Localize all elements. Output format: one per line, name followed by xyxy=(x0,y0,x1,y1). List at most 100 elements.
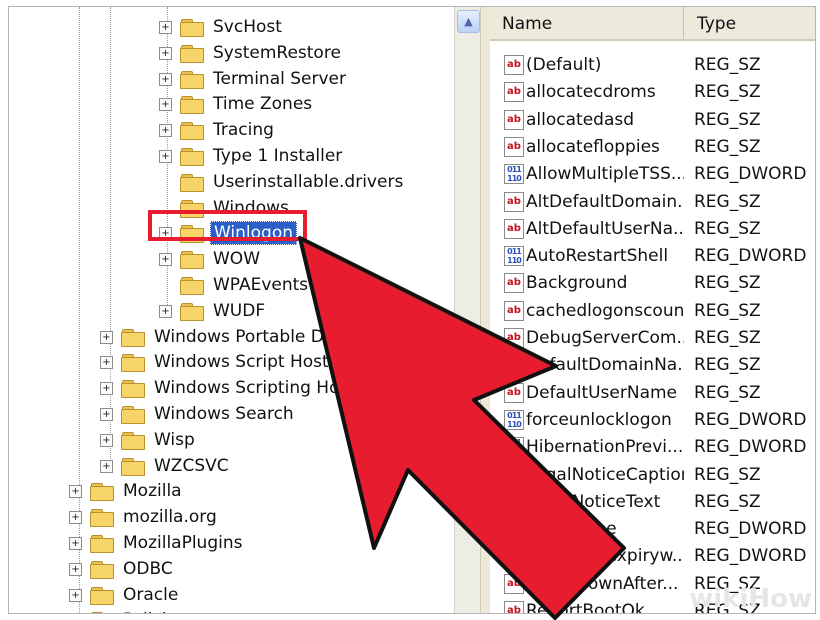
tree-item[interactable]: + WZCSVC xyxy=(100,453,232,479)
tree-item-label: WUDF xyxy=(213,301,266,321)
expand-icon[interactable]: + xyxy=(69,510,82,524)
list-item[interactable]: ab AltDefaultDomain... REG_SZ xyxy=(490,188,815,215)
folder-icon xyxy=(121,379,145,398)
expand-icon[interactable]: + xyxy=(100,433,113,447)
tree-item[interactable]: + Oracle xyxy=(69,582,181,608)
tree-item[interactable]: + Windows Scripting Host xyxy=(100,375,358,401)
value-name: AltDefaultDomain... xyxy=(526,191,684,212)
chevron-up-icon: ▲ xyxy=(464,15,473,28)
tree-item[interactable]: + WUDF xyxy=(159,298,268,324)
tree-item[interactable]: + mozilla.org xyxy=(69,504,220,530)
tree-item-label: Policies xyxy=(120,609,189,613)
tree-item[interactable]: + SystemRestore xyxy=(159,40,344,66)
folder-icon xyxy=(180,18,204,37)
expand-icon[interactable]: + xyxy=(69,536,82,550)
value-name: DefaultUserName xyxy=(526,382,678,403)
tree-item-label: Windows Scripting Host xyxy=(154,378,355,398)
list-item[interactable]: ab AltDefaultUserNa... REG_SZ xyxy=(490,215,815,242)
tree-item[interactable]: + Terminal Server xyxy=(159,66,349,92)
value-name: PowerdownAfter... xyxy=(526,573,679,594)
tree-item[interactable]: + Mozilla xyxy=(69,478,185,504)
value-type: REG_SZ xyxy=(694,81,761,102)
list-item[interactable]: ab DebugServerCom... REG_SZ xyxy=(490,324,815,351)
expand-icon[interactable]: + xyxy=(100,330,113,344)
tree-item[interactable]: + ODBC xyxy=(69,556,176,582)
list-item[interactable]: ab allocatecdroms REG_SZ xyxy=(490,78,815,105)
string-value-icon: ab xyxy=(504,136,524,157)
tree-item-label: Terminal Server xyxy=(213,69,346,89)
list-item[interactable]: ab allocatedasd REG_SZ xyxy=(490,106,815,133)
value-name: AllowMultipleTSS... xyxy=(526,163,684,184)
tree-item[interactable]: Userinstallable.drivers xyxy=(159,169,406,195)
value-type: REG_SZ xyxy=(694,327,761,348)
value-name: DebugServerCom... xyxy=(526,327,684,348)
tree-item-label: Windows Search xyxy=(154,404,294,424)
string-value-icon: ab xyxy=(504,354,524,375)
folder-icon xyxy=(121,328,145,347)
tree-item[interactable]: + MozillaPlugins xyxy=(69,530,245,556)
binary-value-icon: 011 110 xyxy=(504,545,524,566)
value-name: AltDefaultUserNa... xyxy=(526,218,684,239)
tree-item-label: mozilla.org xyxy=(123,507,217,527)
list-item[interactable]: ab LegalNoticeText REG_SZ xyxy=(490,488,815,515)
folder-icon xyxy=(121,431,145,450)
value-type: REG_DWORD xyxy=(694,245,807,266)
list-item[interactable]: 011 110 LogonType REG_DWORD xyxy=(490,515,815,542)
expand-icon[interactable]: + xyxy=(69,588,82,602)
expand-icon[interactable]: + xyxy=(159,252,172,266)
tree-item[interactable]: + Windows Search xyxy=(100,401,297,427)
value-type: REG_SZ xyxy=(694,382,761,403)
list-item[interactable]: 011 110 AutoRestartShell REG_DWORD xyxy=(490,242,815,269)
expand-icon[interactable]: + xyxy=(100,381,113,395)
tree-item[interactable]: + Type 1 Installer xyxy=(159,143,345,169)
binary-value-icon: 011 110 xyxy=(504,436,524,457)
string-value-icon: ab xyxy=(504,464,524,485)
tree-item-label: Oracle xyxy=(123,585,179,605)
list-item[interactable]: 011 110 AllowMultipleTSS... REG_DWORD xyxy=(490,160,815,187)
tree-item[interactable]: +Policies xyxy=(69,607,189,613)
tree-item[interactable]: + Time Zones xyxy=(159,91,315,117)
expand-icon[interactable]: + xyxy=(159,97,172,111)
list-item[interactable]: 011 110 forceunlocklogon REG_DWORD xyxy=(490,406,815,433)
column-header-type[interactable]: Type xyxy=(685,7,815,39)
expand-icon[interactable]: + xyxy=(159,149,172,163)
folder-icon xyxy=(90,586,114,605)
string-value-icon: ab xyxy=(504,600,524,613)
tree-item[interactable]: + Wisp xyxy=(100,427,198,453)
list-item[interactable]: ab cachedlogonscount REG_SZ xyxy=(490,297,815,324)
tree-item[interactable]: + WOW xyxy=(159,246,263,272)
list-item[interactable]: ab (Default) REG_SZ xyxy=(490,51,815,78)
winlogon-highlight-box xyxy=(148,210,307,241)
tree-item[interactable]: + Windows Portable De xyxy=(100,324,337,350)
tree-scrollbar[interactable]: ▲ xyxy=(454,7,481,613)
value-name: ReportBootOk xyxy=(526,600,645,614)
expand-icon[interactable]: + xyxy=(69,562,82,576)
tree-item[interactable]: + Tracing xyxy=(159,117,277,143)
column-header-name[interactable]: Name xyxy=(490,7,684,39)
folder-icon xyxy=(90,534,114,553)
folder-icon xyxy=(180,250,204,269)
expand-icon[interactable]: + xyxy=(159,20,172,34)
expand-icon[interactable]: + xyxy=(159,123,172,137)
tree-item[interactable]: WPAEvents xyxy=(159,272,311,298)
list-item[interactable]: ab allocatefloppies REG_SZ xyxy=(490,133,815,160)
scroll-up-button[interactable]: ▲ xyxy=(457,10,480,33)
value-name: LegalNoticeCaption xyxy=(526,464,684,485)
expand-icon[interactable]: + xyxy=(159,304,172,318)
list-item[interactable]: ab LegalNoticeCaption REG_SZ xyxy=(490,461,815,488)
expand-icon[interactable]: + xyxy=(100,407,113,421)
tree-item[interactable]: + Windows Script Host xyxy=(100,349,332,375)
list-item[interactable]: ab DefaultUserName REG_SZ xyxy=(490,379,815,406)
list-item[interactable]: 011 110 HibernationPrevi... REG_DWORD xyxy=(490,433,815,460)
expand-icon[interactable]: + xyxy=(159,46,172,60)
list-item[interactable]: ab DefaultDomainNa... REG_SZ xyxy=(490,351,815,378)
value-name: AutoRestartShell xyxy=(526,245,669,266)
expand-icon[interactable]: + xyxy=(69,484,82,498)
expand-icon[interactable]: + xyxy=(100,459,113,473)
expand-icon[interactable]: + xyxy=(159,72,172,86)
tree-item-label: Windows Script Host xyxy=(154,352,329,372)
list-item[interactable]: ab Background REG_SZ xyxy=(490,269,815,296)
expand-icon[interactable]: + xyxy=(100,355,113,369)
list-item[interactable]: 011 110 passwordexpiryw... REG_DWORD xyxy=(490,542,815,569)
tree-item[interactable]: + SvcHost xyxy=(159,14,285,40)
